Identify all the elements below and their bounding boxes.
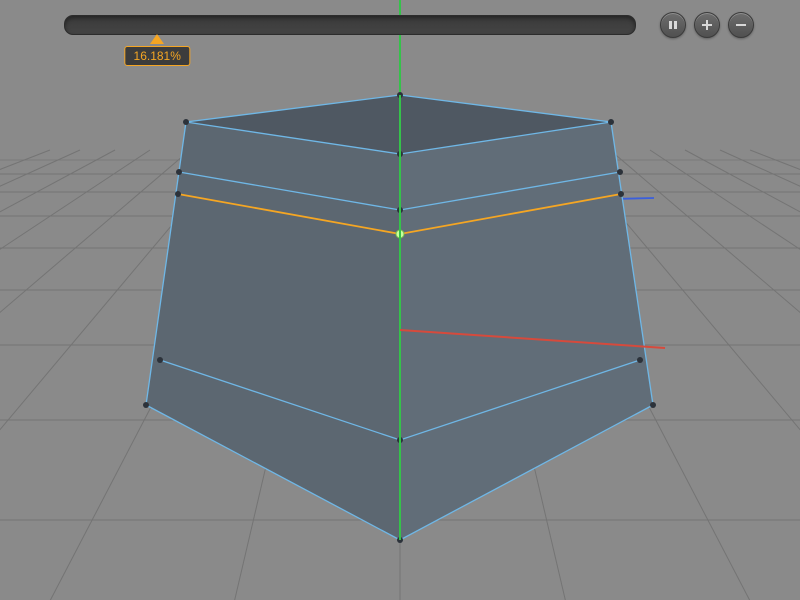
cube-left-face <box>146 122 400 540</box>
zoom-out-button[interactable] <box>728 12 754 38</box>
round-buttons-group <box>660 12 754 38</box>
pause-button[interactable] <box>660 12 686 38</box>
viewport-3d[interactable] <box>0 0 800 600</box>
plus-icon <box>701 19 713 31</box>
value-slider[interactable]: 16.181% <box>64 15 636 35</box>
minus-icon <box>735 19 747 31</box>
pause-icon <box>668 20 678 30</box>
slider-handle[interactable] <box>150 34 164 44</box>
zoom-in-button[interactable] <box>694 12 720 38</box>
cube-right-face <box>400 122 653 540</box>
top-bar: 16.181% <box>64 10 768 40</box>
